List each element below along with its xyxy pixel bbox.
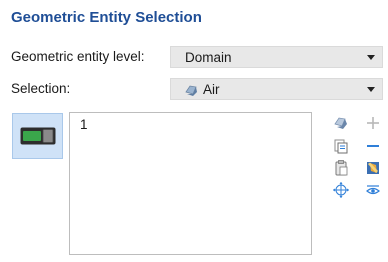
- entity-level-label: Geometric entity level:: [11, 49, 145, 64]
- clipboard-icon[interactable]: [332, 159, 350, 177]
- remove-icon[interactable]: [364, 137, 382, 155]
- paste-selection-icon[interactable]: [332, 114, 350, 132]
- clear-selection-icon[interactable]: [364, 159, 382, 177]
- section-title: Geometric Entity Selection: [11, 9, 202, 26]
- entity-level-select[interactable]: Domain: [170, 46, 383, 68]
- add-icon[interactable]: [364, 114, 382, 132]
- chevron-down-icon: [367, 87, 375, 92]
- copy-selection-icon[interactable]: [332, 137, 350, 155]
- chevron-down-icon: [367, 55, 375, 60]
- toggle-switch-icon: [20, 127, 56, 150]
- domain-selection-icon: [184, 83, 198, 100]
- selection-value: Air: [203, 82, 220, 97]
- active-toggle-button[interactable]: [12, 113, 63, 159]
- list-item[interactable]: 1: [80, 117, 88, 132]
- zoom-to-selection-icon[interactable]: [332, 181, 350, 199]
- selection-list[interactable]: 1: [69, 112, 312, 255]
- selection-select[interactable]: Air: [170, 78, 383, 100]
- show-selection-icon[interactable]: [364, 181, 382, 199]
- selection-label: Selection:: [11, 81, 71, 96]
- entity-level-value: Domain: [185, 50, 232, 65]
